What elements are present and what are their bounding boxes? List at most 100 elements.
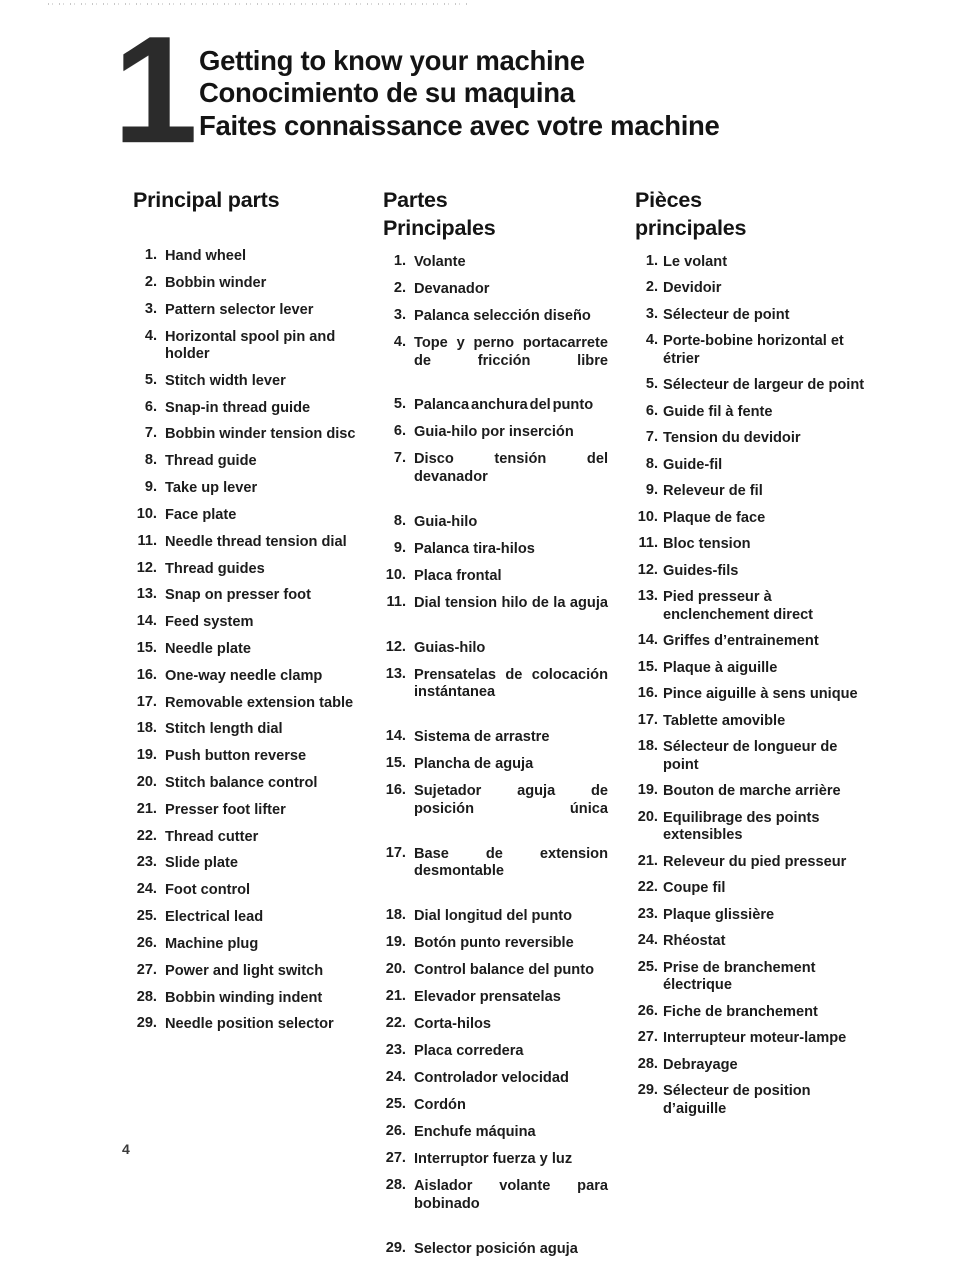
parts-list-item-label: Sélecteur de position d’aiguille [663,1083,811,1117]
parts-list-item: 21. Elevador prensatelas [383,989,608,1007]
parts-list-item-number: 26. [136,934,157,951]
parts-list-item-label: Guias-hilo [414,639,486,656]
parts-list-item: 17. Tablette amovible [635,713,875,731]
parts-list-item-label: Palanca anchura del punto [414,397,594,414]
parts-list-item-number: 7. [144,425,157,442]
parts-list-item-label: Pince aiguille à sens unique [663,686,858,703]
parts-list-item: 26. Machine plug [133,936,368,953]
parts-list-item-label: Take up lever [165,480,258,497]
parts-list-item-label: Enchufe máquina [414,1124,536,1141]
parts-list-item-number: 24. [385,1069,406,1086]
parts-list-item-number: 25. [136,908,157,925]
parts-list-item: 22. Coupe fil [635,880,875,898]
parts-list-item-number: 11. [638,535,658,552]
parts-list-item: 20. Equilibrage des points extensibles [635,809,875,845]
parts-list-item: 10. Plaque de face [635,510,875,528]
parts-list-item: 24. Controlador velocidad [383,1070,608,1088]
parts-list-item-number: 9. [393,539,406,556]
parts-list-item-number: 10. [136,505,157,522]
parts-list-item: 18. Dial longitud del punto [383,908,608,926]
parts-list-item-number: 13. [136,586,157,603]
parts-list-item-label: Prise de branchement électrique [663,959,816,994]
parts-list-item-number: 11. [386,593,406,610]
parts-list-item-label: Tension du devidoir [663,430,801,447]
parts-list-spanish: 1. Volante 2. Devanador 3. Palanca selección … [383,254,608,1259]
parts-list-item-number: 15. [136,639,157,656]
parts-list-item-number: 17. [136,693,157,710]
parts-list-item-label: Slide plate [165,855,238,872]
parts-list-item: 26. Enchufe máquina [383,1124,608,1142]
parts-list-item-label: Dial longitud del punto [414,908,573,925]
parts-list-item-number: 28. [385,1177,406,1194]
parts-list-item: 8. Guia-hilo [383,514,608,532]
parts-list-item-label: Thread cutter [165,828,259,845]
parts-list-item: 28. Bobbin winding indent [133,989,368,1007]
parts-list-item-label: Horizontal spool pin and holder [165,328,336,363]
parts-list-item-label: Bouton de marche arrière [663,783,841,800]
parts-list-item: 23. Placa corredera [383,1043,608,1061]
column-heading-spanish: Partes Principales [383,186,608,243]
parts-list-item: 8. Thread guide [133,453,368,470]
parts-list-item: 9. Take up lever [133,480,368,497]
parts-list-item-label: Prensatelas de colocación instántanea [414,666,608,701]
parts-list-french: 1. Le volant 2. Devidoir 3. Sélecteur de poin… [635,254,875,1119]
parts-list-item: 22. Corta-hilos [383,1016,608,1034]
parts-list-item: 13. Pied presseur à enclenchement direct [635,589,875,624]
parts-list-item-label: Needle plate [165,640,251,657]
parts-list-item: 11. Needle thread tension dial [133,532,368,551]
parts-list-item: 27. Interruptor fuerza y luz [383,1151,608,1169]
parts-list-item: 29. Needle position selector [133,1016,368,1033]
parts-list-item-number: 18. [385,907,406,924]
parts-list-item-label: Stitch width lever [165,372,286,389]
parts-list-item-number: 17. [385,844,406,861]
parts-list-item-label: Stitch balance control [165,775,318,792]
parts-list-item-number: 8. [393,512,406,529]
parts-list-item: 13. Prensatelas de colocación instántanea [383,666,608,720]
parts-list-item-number: 21. [385,988,406,1005]
parts-list-item-number: 29. [136,1015,157,1032]
parts-list-item-number: 3. [645,305,658,322]
parts-list-item-number: 16. [136,666,157,683]
parts-list-item-label: Releveur de fil [663,483,763,500]
parts-list-item: 17. Removable extension table [133,693,368,712]
parts-list-item-label: Selector posición aguja [414,1240,578,1257]
parts-list-item: 20. Stitch balance control [133,775,368,792]
parts-list-item: 2. Devidoir [635,280,875,298]
parts-list-item-number: 13. [637,588,658,605]
parts-list-item-number: 27. [385,1150,406,1167]
parts-list-item: 1. Le volant [635,254,875,272]
parts-list-item-number: 26. [385,1123,406,1140]
parts-list-item-label: Elevador prensatelas [414,989,561,1006]
parts-list-item: 10. Placa frontal [383,568,608,586]
parts-list-item: 19. Botón punto reversible [383,935,608,953]
parts-list-item: 7. Disco tensión del devanador [383,451,608,504]
parts-list-item: 5. Stitch width lever [133,372,368,390]
parts-list-item: 3. Palanca selección diseño [383,308,608,326]
parts-list-item-label: Plaque à aiguille [663,659,778,676]
parts-list-item-number: 23. [136,854,157,871]
parts-list-item-label: Sélecteur de longueur de point [663,739,838,773]
parts-list-item-number: 21. [136,800,157,817]
parts-list-item: 18. Stitch length dial [133,721,368,738]
parts-list-item-label: Power and light switch [165,962,324,979]
parts-list-item: 7. Tension du devidoir [635,430,875,448]
parts-list-item-label: Volante [414,253,466,270]
parts-list-item-label: Presser foot lifter [165,801,286,818]
page-number: 4 [122,1141,130,1157]
parts-list-item: 5. Sélecteur de largeur de point [635,377,875,395]
column-heading-french-line1: Pièces [635,188,702,212]
parts-list-item-number: 2. [645,279,658,296]
parts-list-item: 21. Releveur du pied presseur [635,854,875,872]
parts-list-item: 6. Snap-in thread guide [133,399,368,417]
chapter-number: 1 [113,5,198,175]
parts-list-item-label: Sélecteur de largeur de point [663,377,865,394]
parts-list-item-number: 11. [137,532,157,549]
parts-list-item: 28. Debrayage [635,1057,875,1075]
parts-list-item: 11. Dial tension hilo de la aguja [383,595,608,631]
chapter-title-spanish: Conocimiento de su maquina [199,77,575,109]
parts-list-item: 28. Aislador volante para bobinado [383,1178,608,1231]
parts-list-item-label: Le volant [663,253,728,270]
parts-list-item-label: Push button reverse [165,748,307,765]
parts-list-item-label: Bobbin winder tension disc [165,426,356,443]
parts-list-item-label: Rhéostat [663,933,726,950]
